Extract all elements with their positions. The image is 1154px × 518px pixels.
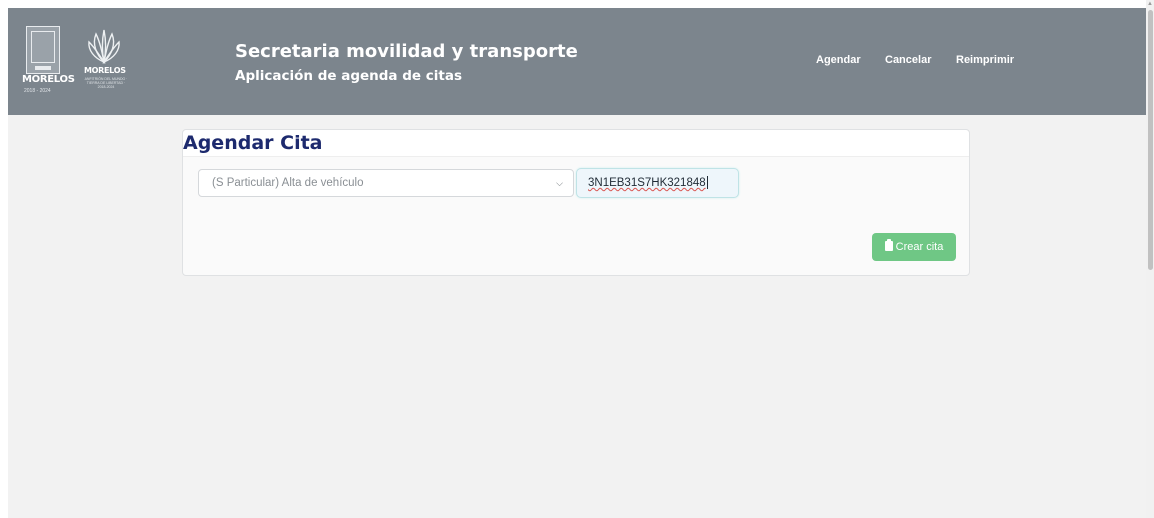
top-strip (0, 0, 1154, 8)
logo-secondary-caption: ANFITRIÓN DEL MUNDO · TIERRA DE LIBERTAD… (84, 77, 128, 89)
logo-group: MORELOS 2018 - 2024 MORELOS ANFITRIÓN DE… (18, 26, 128, 106)
nav-link-agendar[interactable]: Agendar (816, 54, 861, 66)
card-header: Agendar Cita (183, 130, 969, 157)
nav-link-cancelar[interactable]: Cancelar (885, 54, 931, 66)
vin-input[interactable]: 3N1EB31S7HK321848 (576, 168, 739, 198)
procedure-select[interactable]: (S Particular) Alta de vehículo ⌵ (198, 169, 574, 197)
logo-state-years: 2018 - 2024 (24, 88, 51, 94)
logo-secondary-name: MORELOS (84, 66, 126, 75)
flower-logo-icon (88, 29, 120, 65)
chevron-down-icon: ⌵ (556, 178, 563, 188)
text-caret (706, 176, 708, 190)
scroll-up-arrow-icon[interactable]: ▲ (1147, 1, 1153, 7)
procedure-select-value: (S Particular) Alta de vehículo (212, 177, 364, 189)
clipboard-icon (884, 239, 893, 251)
card-title: Agendar Cita (183, 132, 323, 154)
create-appointment-button[interactable]: Crear cita (872, 233, 956, 261)
seal-inner (31, 31, 55, 63)
scrollbar-thumb[interactable] (1148, 10, 1153, 270)
app-header: MORELOS 2018 - 2024 MORELOS ANFITRIÓN DE… (8, 8, 1146, 115)
seal-base (35, 66, 51, 70)
schedule-card: Agendar Cita (S Particular) Alta de vehí… (182, 129, 970, 276)
vin-input-value: 3N1EB31S7HK321848 (588, 177, 706, 189)
create-appointment-label: Crear cita (895, 241, 944, 253)
nav-link-reimprimir[interactable]: Reimprimir (956, 54, 1014, 66)
left-strip (0, 0, 8, 518)
page-title: Secretaria movilidad y transporte (235, 41, 578, 62)
logo-state-name: MORELOS (22, 74, 75, 85)
state-seal-icon (26, 26, 60, 74)
page-subtitle: Aplicación de agenda de citas (235, 68, 462, 84)
